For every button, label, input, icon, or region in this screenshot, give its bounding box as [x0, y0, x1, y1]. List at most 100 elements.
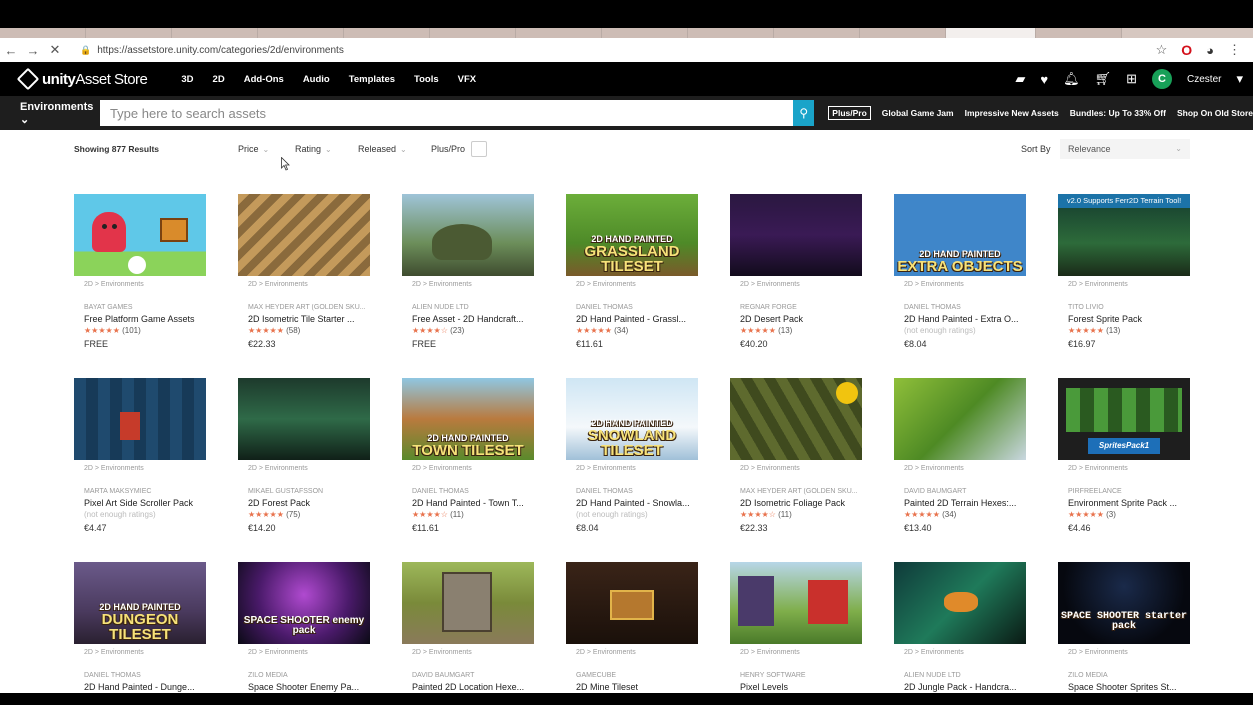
asset-thumbnail[interactable]: SPACE SHOOTER starter pack: [1058, 562, 1190, 644]
global-game-jam-link[interactable]: Global Game Jam: [882, 108, 954, 118]
stop-loading-icon[interactable]: ✕: [44, 42, 66, 58]
asset-publisher[interactable]: DAVID BAUMGART: [402, 672, 534, 679]
nav-item-templates[interactable]: Templates: [349, 74, 395, 85]
asset-name[interactable]: 2D Forest Pack: [238, 498, 370, 508]
plus-pro-checkbox[interactable]: [471, 141, 487, 157]
asset-category[interactable]: 2D > Environments: [1058, 281, 1190, 288]
asset-publisher[interactable]: ZILO MEDIA: [1058, 672, 1190, 679]
nav-item-audio[interactable]: Audio: [303, 74, 330, 85]
asset-name[interactable]: 2D Hand Painted - Town T...: [402, 498, 534, 508]
browser-tab-active[interactable]: [946, 28, 1036, 38]
rating-filter[interactable]: Rating ⌄: [295, 144, 332, 154]
asset-card[interactable]: 2D > Environments DAVID BAUMGART Painted…: [402, 562, 534, 692]
asset-thumbnail[interactable]: [894, 562, 1026, 644]
asset-card[interactable]: 2D HAND PAINTED DUNGEON TILESET 2D > Envi…: [74, 562, 206, 692]
asset-name[interactable]: 2D Isometric Tile Starter ...: [238, 314, 370, 324]
released-filter[interactable]: Released ⌄: [358, 144, 407, 154]
asset-name[interactable]: 2D Hand Painted - Dunge...: [74, 682, 206, 692]
asset-name[interactable]: 2D Mine Tileset: [566, 682, 698, 692]
asset-publisher[interactable]: BAYAT GAMES: [74, 304, 206, 311]
asset-thumbnail[interactable]: [74, 194, 206, 276]
asset-publisher[interactable]: GAMECUBE: [566, 672, 698, 679]
asset-category[interactable]: 2D > Environments: [238, 465, 370, 472]
browser-tab[interactable]: [602, 28, 688, 38]
asset-name[interactable]: Pixel Art Side Scroller Pack: [74, 498, 206, 508]
url-field[interactable]: https://assetstore.unity.com/categories/…: [97, 45, 344, 56]
folder-icon[interactable]: ▰: [1015, 71, 1025, 87]
asset-name[interactable]: Painted 2D Terrain Hexes:...: [894, 498, 1026, 508]
asset-publisher[interactable]: MIKAEL GUSTAFSSON: [238, 488, 370, 495]
asset-card[interactable]: 2D > Environments DAVID BAUMGART Painted…: [894, 378, 1026, 533]
asset-name[interactable]: Free Platform Game Assets: [74, 314, 206, 324]
asset-publisher[interactable]: ZILO MEDIA: [238, 672, 370, 679]
browser-tab[interactable]: [860, 28, 946, 38]
asset-name[interactable]: 2D Hand Painted - Grassl...: [566, 314, 698, 324]
asset-card[interactable]: 2D > Environments MAX HEYDER ART (GOLDEN…: [730, 378, 862, 533]
asset-thumbnail[interactable]: 2D HAND PAINTED DUNGEON TILESET: [74, 562, 206, 644]
wishlist-heart-icon[interactable]: ♥: [1040, 72, 1048, 87]
asset-publisher[interactable]: DAVID BAUMGART: [894, 488, 1026, 495]
asset-thumbnail[interactable]: [730, 378, 862, 460]
search-input[interactable]: Type here to search assets: [99, 100, 794, 126]
avatar[interactable]: C: [1152, 69, 1173, 89]
asset-card[interactable]: 2D > Environments MAX HEYDER ART (GOLDEN…: [238, 194, 370, 349]
asset-publisher[interactable]: MAX HEYDER ART (GOLDEN SKU...: [238, 304, 370, 311]
asset-card[interactable]: v2.0 Supports Ferr2D Terrain Tool! 2D > …: [1058, 194, 1190, 349]
asset-card[interactable]: SPACE SHOOTER starter pack 2D > Environm…: [1058, 562, 1190, 692]
asset-thumbnail[interactable]: [238, 378, 370, 460]
asset-card[interactable]: 2D > Environments MIKAEL GUSTAFSSON 2D F…: [238, 378, 370, 533]
asset-category[interactable]: 2D > Environments: [1058, 649, 1190, 656]
nav-item-2d[interactable]: 2D: [213, 74, 225, 85]
nav-item-3d[interactable]: 3D: [181, 74, 193, 85]
asset-card[interactable]: 2D > Environments GAMECUBE 2D Mine Tiles…: [566, 562, 698, 692]
asset-category[interactable]: 2D > Environments: [566, 649, 698, 656]
notification-bell-icon[interactable]: 🔔︎: [1063, 71, 1080, 87]
sort-dropdown[interactable]: Relevance ⌄: [1060, 139, 1190, 159]
asset-category[interactable]: 2D > Environments: [894, 281, 1026, 288]
asset-publisher[interactable]: ALIEN NUDE LTD: [402, 304, 534, 311]
cart-icon[interactable]: 🛒︎: [1095, 71, 1112, 87]
asset-card[interactable]: 2D > Environments BAYAT GAMES Free Platf…: [74, 194, 206, 349]
asset-publisher[interactable]: DANIEL THOMAS: [566, 488, 698, 495]
asset-category[interactable]: 2D > Environments: [402, 649, 534, 656]
opera-extension-icon[interactable]: O: [1181, 42, 1192, 58]
asset-name[interactable]: 2D Desert Pack: [730, 314, 862, 324]
asset-thumbnail[interactable]: [238, 194, 370, 276]
asset-thumbnail[interactable]: [730, 194, 862, 276]
search-button[interactable]: ⚲: [793, 100, 815, 126]
asset-card[interactable]: 2D > Environments MARTA MAKSYMIEC Pixel …: [74, 378, 206, 533]
asset-name[interactable]: Pixel Levels: [730, 682, 862, 692]
asset-category[interactable]: 2D > Environments: [1058, 465, 1190, 472]
asset-card[interactable]: 2D HAND PAINTED TOWN TILESET 2D > Environ…: [402, 378, 534, 533]
unity-asset-store-logo[interactable]: unity Asset Store: [16, 67, 148, 91]
asset-category[interactable]: 2D > Environments: [74, 465, 206, 472]
asset-category[interactable]: 2D > Environments: [566, 281, 698, 288]
asset-card[interactable]: 2D HAND PAINTED GRASSLAND TILESET 2D > En…: [566, 194, 698, 349]
chevron-down-icon[interactable]: ▾: [1236, 71, 1243, 87]
asset-thumbnail[interactable]: SpritesPack1: [1058, 378, 1190, 460]
asset-name[interactable]: Forest Sprite Pack: [1058, 314, 1190, 324]
asset-card[interactable]: SpritesPack1 2D > Environments PIRFREELA…: [1058, 378, 1190, 533]
bundles-link[interactable]: Bundles: Up To 33% Off: [1070, 108, 1166, 118]
asset-thumbnail[interactable]: SPACE SHOOTER enemy pack: [238, 562, 370, 644]
extension-icon[interactable]: ◕: [1206, 43, 1214, 58]
asset-name[interactable]: Environment Sprite Pack ...: [1058, 498, 1190, 508]
asset-thumbnail[interactable]: v2.0 Supports Ferr2D Terrain Tool!: [1058, 194, 1190, 276]
asset-publisher[interactable]: MARTA MAKSYMIEC: [74, 488, 206, 495]
plus-pro-link[interactable]: Plus/Pro: [828, 106, 871, 120]
asset-publisher[interactable]: PIRFREELANCE: [1058, 488, 1190, 495]
asset-thumbnail[interactable]: [402, 562, 534, 644]
old-store-link[interactable]: Shop On Old Store: [1177, 108, 1253, 118]
asset-thumbnail[interactable]: 2D HAND PAINTED GRASSLAND TILESET: [566, 194, 698, 276]
asset-thumbnail[interactable]: 2D HAND PAINTED EXTRA OBJECTS: [894, 194, 1026, 276]
asset-publisher[interactable]: DANIEL THOMAS: [894, 304, 1026, 311]
asset-category[interactable]: 2D > Environments: [730, 465, 862, 472]
asset-publisher[interactable]: MAX HEYDER ART (GOLDEN SKU...: [730, 488, 862, 495]
browser-tab[interactable]: [1036, 28, 1122, 38]
asset-name[interactable]: Free Asset - 2D Handcraft...: [402, 314, 534, 324]
asset-thumbnail[interactable]: [402, 194, 534, 276]
price-filter[interactable]: Price ⌄: [238, 144, 269, 154]
asset-category[interactable]: 2D > Environments: [894, 649, 1026, 656]
asset-name[interactable]: 2D Hand Painted - Snowla...: [566, 498, 698, 508]
asset-publisher[interactable]: REGNAR FORGE: [730, 304, 862, 311]
